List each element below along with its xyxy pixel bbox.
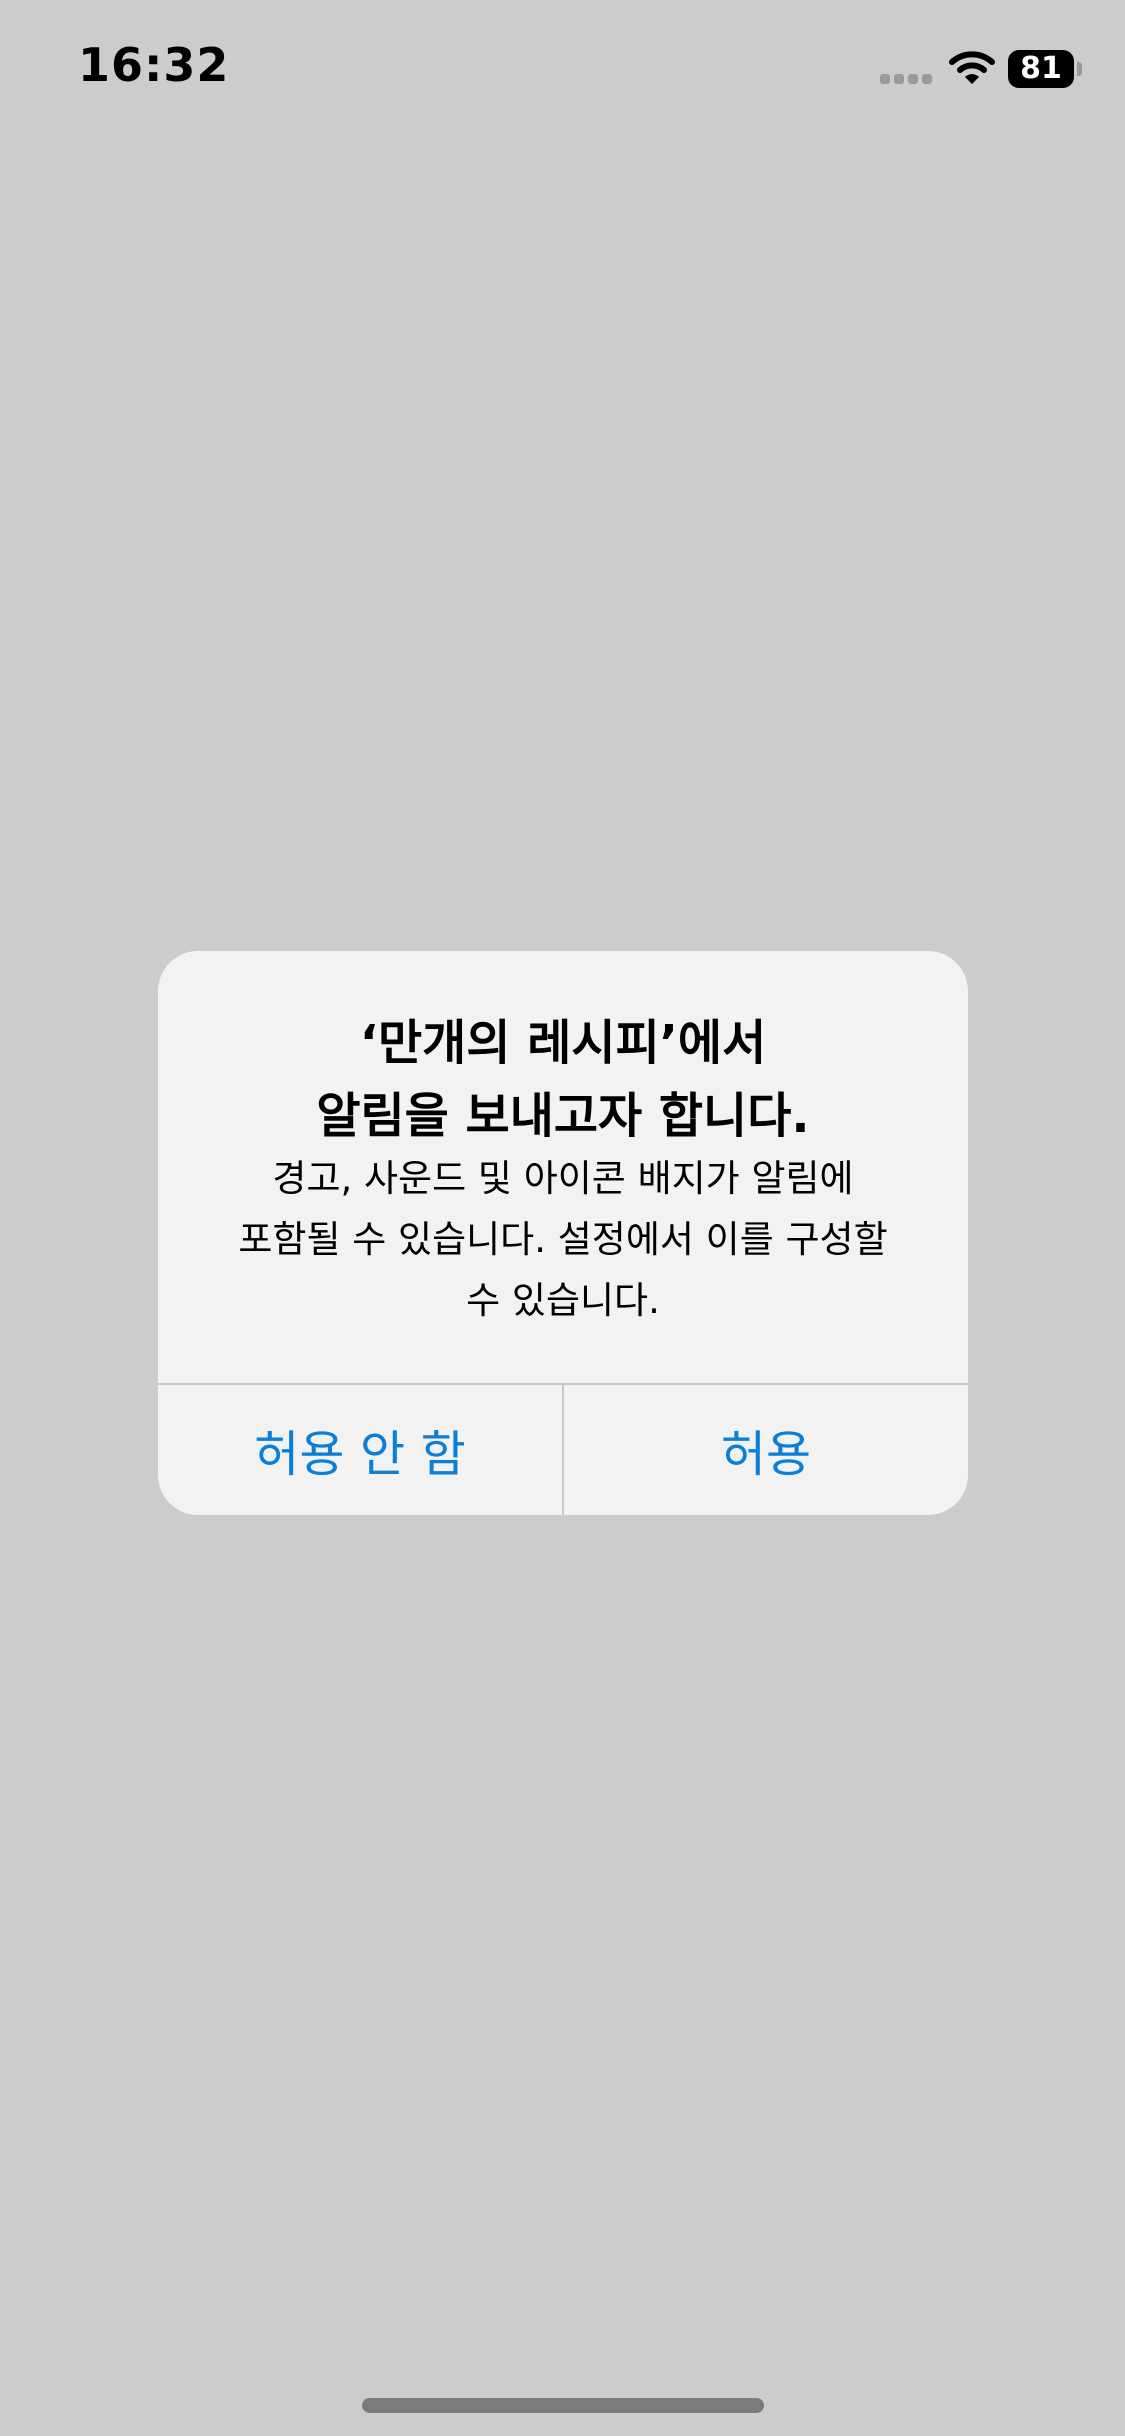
dont-allow-button[interactable]: 허용 안 함 <box>158 1385 562 1515</box>
wifi-icon <box>948 48 996 86</box>
home-indicator[interactable] <box>362 2398 764 2413</box>
cellular-signal-icon <box>880 74 934 84</box>
alert-title-line-1: ‘만개의 레시피’에서 <box>359 1015 767 1071</box>
alert-title-line-2: 알림을 보내고자 합니다. <box>316 1088 810 1144</box>
alert-title: ‘만개의 레시피’에서 알림을 보내고자 합니다. <box>178 1007 948 1153</box>
battery-icon: 81 <box>1008 50 1074 88</box>
allow-button[interactable]: 허용 <box>564 1385 968 1515</box>
alert-content: ‘만개의 레시피’에서 알림을 보내고자 합니다. 경고, 사운드 및 아이콘 … <box>158 951 968 1383</box>
status-time: 16:32 <box>78 38 230 92</box>
alert-message: 경고, 사운드 및 아이콘 배지가 알림에 포함될 수 있습니다. 설정에서 이… <box>188 1148 938 1331</box>
status-bar: 16:32 81 <box>0 0 1125 140</box>
battery-cap <box>1077 62 1082 76</box>
alert-message-line-1: 경고, 사운드 및 아이콘 배지가 알림에 <box>272 1157 854 1200</box>
notification-permission-alert: ‘만개의 레시피’에서 알림을 보내고자 합니다. 경고, 사운드 및 아이콘 … <box>158 951 968 1515</box>
alert-message-line-2: 포함될 수 있습니다. 설정에서 이를 구성할 <box>238 1218 888 1261</box>
alert-message-line-3: 수 있습니다. <box>466 1279 660 1322</box>
